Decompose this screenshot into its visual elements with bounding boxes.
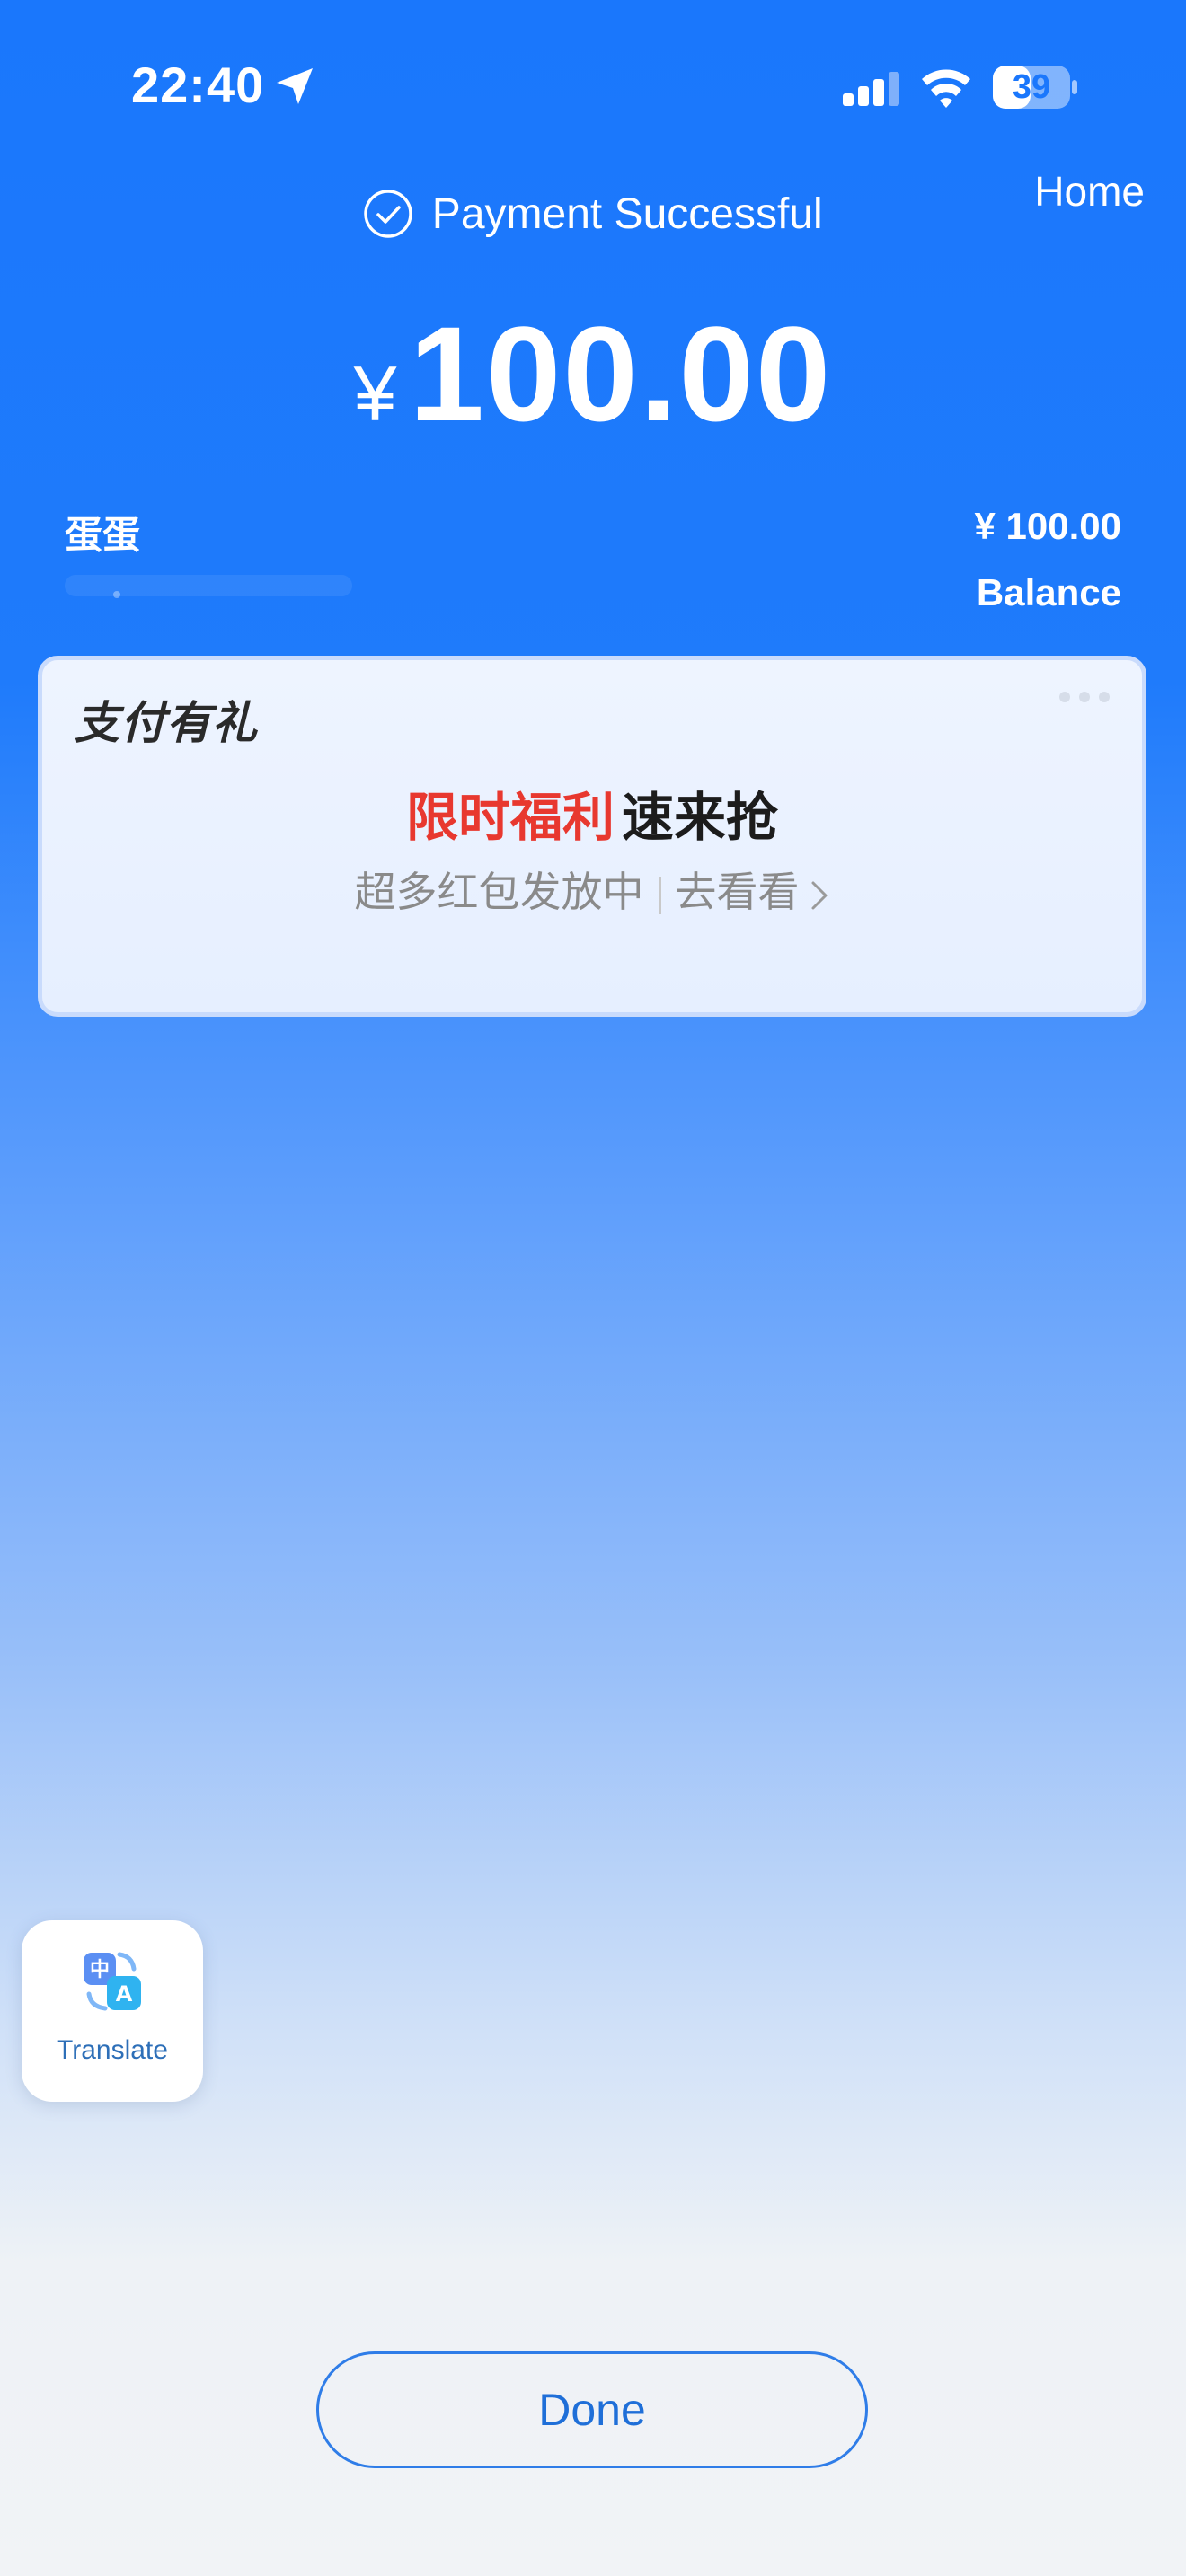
translate-icon-zh: 中 — [90, 1959, 110, 1981]
payee-name: 蛋蛋 — [65, 514, 141, 556]
payment-status-text: Payment Successful — [431, 190, 823, 238]
currency-symbol: ¥ — [353, 351, 397, 437]
promo-subtitle: 超多红包发放中 — [354, 869, 644, 915]
translate-icon: 中 A — [84, 1952, 141, 2011]
promo-subtitle-row: 超多红包发放中 去看看 — [42, 860, 1142, 919]
payment-amount: ¥100.00 — [0, 296, 1186, 452]
status-time: 22:40 — [131, 57, 265, 113]
promo-card[interactable]: 支付有礼 限时福利 速来抢 超多红包发放中 去看看 — [38, 656, 1146, 1017]
amount-value: 100.00 — [409, 298, 833, 449]
translate-button[interactable]: 中 A Translate — [22, 1920, 203, 2102]
wifi-icon — [922, 69, 970, 108]
done-button[interactable]: Done — [316, 2351, 868, 2468]
translate-icon-en: A — [116, 1981, 133, 2007]
paid-amount: ¥ 100.00 — [974, 505, 1122, 547]
promo-link[interactable]: 去看看 — [676, 869, 800, 915]
payee-account-blurred — [65, 575, 352, 598]
battery-level: 39 — [1012, 68, 1051, 106]
promo-brand: 支付有礼 — [75, 698, 258, 748]
check-circle-icon — [364, 190, 413, 238]
divider — [658, 876, 661, 914]
promo-headline-highlight: 限时福利 — [405, 789, 615, 847]
location-arrow-icon — [277, 68, 313, 104]
battery-icon: 39 — [992, 65, 1078, 110]
promo-headline: 限时福利 速来抢 — [42, 775, 1142, 851]
promo-headline-rest: 速来抢 — [622, 789, 779, 847]
payment-method: Balance — [976, 571, 1121, 613]
cellular-signal-icon — [843, 72, 899, 106]
chevron-right-icon — [811, 881, 827, 910]
translate-label: Translate — [57, 2035, 168, 2065]
payment-status: Payment Successful — [0, 189, 1186, 246]
more-options-icon[interactable] — [1050, 691, 1110, 709]
